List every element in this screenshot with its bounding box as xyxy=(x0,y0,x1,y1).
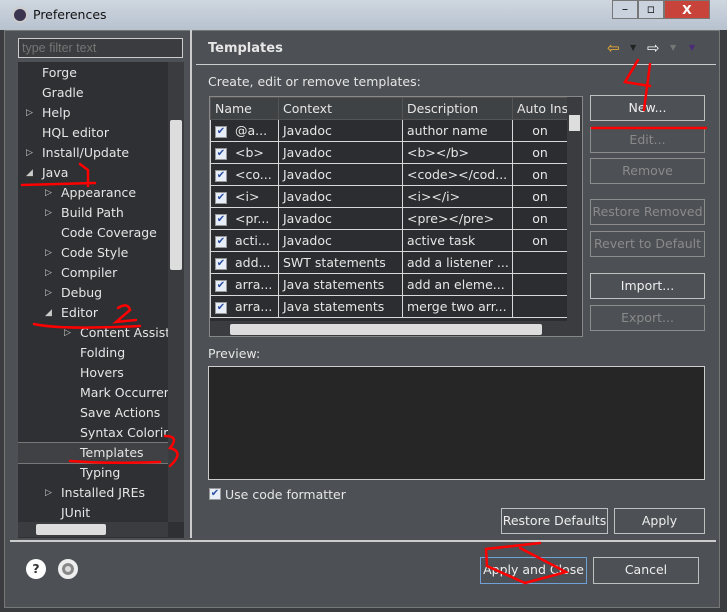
annotation-3 xyxy=(68,434,179,468)
red-annotations xyxy=(20,58,708,585)
annotation-2 xyxy=(32,304,142,329)
annotation-arrow xyxy=(484,541,570,585)
annotation-4 xyxy=(590,58,708,130)
annotation-1 xyxy=(20,162,97,188)
